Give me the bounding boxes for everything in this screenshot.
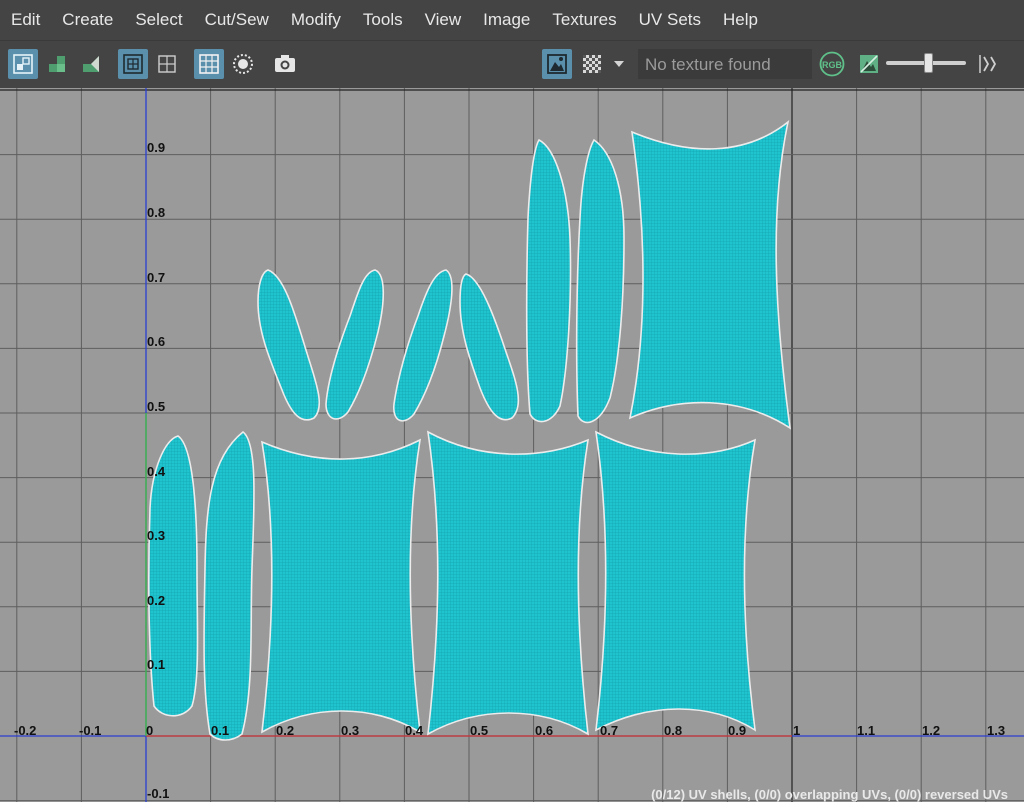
y-tick-label: 0.5	[147, 399, 165, 414]
uv-canvas[interactable]: -0.2 -0.1 0 0.1 0.2 0.3 0.4 0.5 0.6 0.7 …	[0, 88, 1024, 802]
rgb-icon: RGB	[819, 51, 845, 77]
y-tick-label: 0.2	[147, 593, 165, 608]
y-tick-label: 0.3	[147, 528, 165, 543]
display-image-button[interactable]	[542, 49, 572, 79]
menu-tools[interactable]: Tools	[352, 10, 414, 30]
svg-text:RGB: RGB	[822, 60, 843, 70]
grid-icon	[199, 54, 219, 74]
y-tick-label: -0.1	[147, 786, 169, 801]
checker-tiles-button[interactable]	[577, 49, 607, 79]
toolbar: No texture found RGB	[0, 40, 1024, 88]
y-tick-label: 0.7	[147, 270, 165, 285]
checker-icon	[583, 55, 601, 73]
uv-frame-button[interactable]	[118, 49, 148, 79]
x-tick-label: 0.4	[405, 723, 424, 738]
dotted-circle-icon	[233, 54, 253, 74]
shell-select-icon	[13, 54, 33, 74]
stacked-blocks-icon	[49, 56, 65, 72]
uv-status-readout: (0/12) UV shells, (0/0) overlapping UVs,…	[651, 787, 1008, 802]
uv-shell[interactable]	[628, 120, 792, 430]
x-tick-label: 0.6	[535, 723, 553, 738]
y-tick-label: 0.6	[147, 334, 165, 349]
frame-icon	[123, 54, 143, 74]
menu-cut-sew[interactable]: Cut/Sew	[194, 10, 280, 30]
grid-outline-icon	[158, 55, 176, 73]
y-tick-label: 0.9	[147, 140, 165, 155]
snap-pixels-button[interactable]	[228, 49, 258, 79]
menu-modify[interactable]: Modify	[280, 10, 352, 30]
x-tick-label: 0.2	[276, 723, 294, 738]
grid-blocks-button[interactable]	[42, 49, 72, 79]
menu-bar: Edit Create Select Cut/Sew Modify Tools …	[0, 0, 1024, 40]
distort-button[interactable]	[76, 49, 106, 79]
double-chevron-right-icon	[979, 55, 997, 73]
x-tick-label: 0.5	[470, 723, 488, 738]
uv-shell[interactable]	[594, 430, 757, 732]
exposure-slider-thumb[interactable]	[923, 53, 933, 73]
x-tick-label: 1.3	[987, 723, 1005, 738]
x-tick-label: 1.2	[922, 723, 940, 738]
rgb-channels-button[interactable]: RGB	[818, 49, 846, 79]
x-tick-label: -0.1	[79, 723, 101, 738]
x-tick-label: -0.2	[14, 723, 36, 738]
uv-shell-select-button[interactable]	[8, 49, 38, 79]
texture-dropdown-button[interactable]	[608, 49, 630, 79]
menu-image[interactable]: Image	[472, 10, 541, 30]
toolbar-overflow-button[interactable]	[974, 49, 1002, 79]
menu-uv-sets[interactable]: UV Sets	[628, 10, 712, 30]
image-icon	[547, 54, 567, 74]
x-tick-label: 1.1	[857, 723, 875, 738]
menu-textures[interactable]: Textures	[541, 10, 627, 30]
x-tick-label: 1	[793, 723, 800, 738]
texture-name-field[interactable]: No texture found	[638, 49, 812, 79]
exposure-icon	[860, 55, 878, 73]
camera-icon	[275, 55, 295, 72]
uv-shell[interactable]	[393, 269, 453, 422]
y-tick-label: 0.1	[147, 657, 165, 672]
menu-edit[interactable]: Edit	[0, 10, 51, 30]
snapshot-button[interactable]	[270, 49, 300, 79]
uv-shell[interactable]	[426, 430, 590, 736]
uv-shell[interactable]	[203, 430, 255, 741]
menu-select[interactable]: Select	[124, 10, 193, 30]
menu-view[interactable]: View	[414, 10, 473, 30]
menu-help[interactable]: Help	[712, 10, 769, 30]
uv-shell[interactable]	[260, 438, 422, 734]
exposure-toggle-button[interactable]	[854, 49, 884, 79]
uv-shell[interactable]	[575, 138, 625, 424]
menu-create[interactable]: Create	[51, 10, 124, 30]
distortion-icon	[83, 56, 99, 72]
show-grid-button[interactable]	[194, 49, 224, 79]
x-tick-label: 0.8	[664, 723, 682, 738]
uv-shell[interactable]	[525, 138, 572, 423]
x-tick-label: 0.1	[211, 723, 229, 738]
grid-toggle-button[interactable]	[152, 49, 182, 79]
y-tick-label: 0.8	[147, 205, 165, 220]
x-tick-label: 0.3	[341, 723, 359, 738]
x-tick-label: 0.9	[728, 723, 746, 738]
y-tick-label: 0.4	[147, 464, 166, 479]
uv-editor-viewport[interactable]: -0.2 -0.1 0 0.1 0.2 0.3 0.4 0.5 0.6 0.7 …	[0, 88, 1024, 802]
uv-shell[interactable]	[257, 269, 321, 421]
uv-shell[interactable]	[325, 269, 385, 420]
chevron-down-icon	[614, 61, 624, 67]
x-tick-label: 0.7	[600, 723, 618, 738]
x-tick-label: 0	[146, 723, 153, 738]
